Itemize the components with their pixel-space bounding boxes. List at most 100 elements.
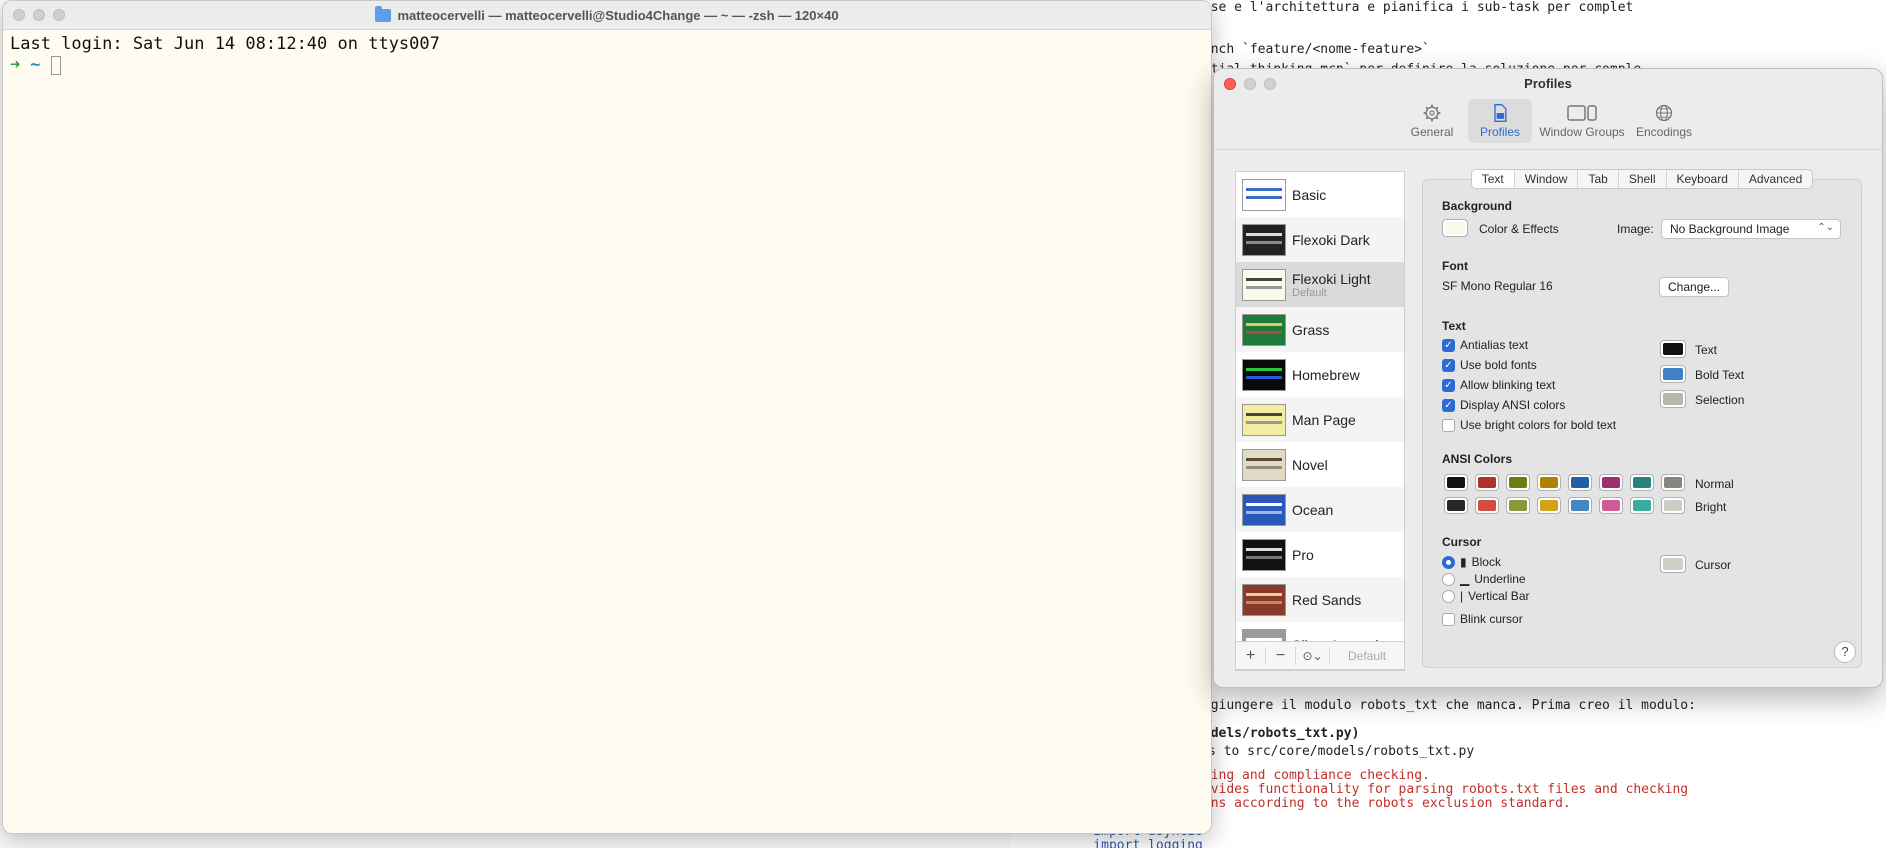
background-color-well[interactable] [1442, 219, 1468, 237]
text-heading: Text [1442, 319, 1466, 333]
bold-text-color-label: Bold Text [1695, 368, 1745, 382]
blink-cursor-checkbox[interactable]: Blink cursor [1442, 612, 1523, 626]
login-line: Last login: Sat Jun 14 08:12:40 on ttys0… [10, 34, 440, 54]
folder-icon [375, 5, 392, 22]
profile-item-red-sands[interactable]: Red Sands [1236, 577, 1404, 622]
ansi-normal-cyan[interactable] [1630, 474, 1654, 491]
ansi-bright-green[interactable] [1506, 497, 1530, 514]
remove-profile-button[interactable]: − [1266, 646, 1296, 665]
toolbar-divider [1214, 149, 1882, 150]
tab-shell[interactable]: Shell [1619, 170, 1667, 188]
minimize-button[interactable] [33, 9, 45, 21]
ansi-bright-magenta[interactable] [1599, 497, 1623, 514]
terminal-window[interactable]: matteocervelli — matteocervelli@Studio4C… [2, 0, 1212, 834]
checkbox-label: Antialias text [1460, 338, 1529, 352]
ansi-bright-white[interactable] [1661, 497, 1685, 514]
text-cursor [50, 56, 61, 75]
terminal-content[interactable]: Last login: Sat Jun 14 08:12:40 on ttys0… [3, 30, 1211, 80]
profile-item-pro[interactable]: Pro [1236, 532, 1404, 577]
set-default-button[interactable]: Default [1348, 649, 1386, 663]
toolbar-profiles[interactable]: Profiles [1468, 99, 1532, 143]
profile-item-man-page[interactable]: Man Page [1236, 397, 1404, 442]
profile-name: Basic [1292, 186, 1327, 203]
settings-title: Profiles [1524, 76, 1572, 91]
zoom-button[interactable] [53, 9, 65, 21]
profile-thumbnail [1242, 223, 1286, 256]
more-actions-button[interactable]: ⊙⌄ [1296, 648, 1330, 663]
gear-icon [1423, 104, 1441, 122]
selection-color-well[interactable] [1660, 390, 1686, 408]
toolbar-window-groups[interactable]: Window Groups [1536, 99, 1628, 143]
close-button[interactable] [13, 9, 25, 21]
bold-text-color-well[interactable] [1660, 365, 1686, 383]
cursor-underline-radio[interactable]: ▁ Underline [1442, 572, 1526, 586]
background-heading: Background [1442, 199, 1513, 213]
help-button[interactable]: ? [1834, 641, 1856, 663]
profile-list[interactable]: Basic Flexoki Dark Flexoki Light Default … [1235, 171, 1405, 671]
cursor-vertical-bar-radio[interactable]: | Vertical Bar [1442, 589, 1529, 603]
selection-color-label: Selection [1695, 393, 1745, 407]
profile-thumbnail [1242, 538, 1286, 571]
profile-thumbnail [1242, 583, 1286, 616]
ansi-colors-heading: ANSI Colors [1442, 452, 1513, 466]
tab-keyboard[interactable]: Keyboard [1667, 170, 1739, 188]
tab-advanced[interactable]: Advanced [1739, 170, 1812, 188]
settings-tabs: Text Window Tab Shell Keyboard Advanced [1422, 169, 1862, 189]
profile-item-basic[interactable]: Basic [1236, 172, 1404, 217]
tab-window[interactable]: Window [1515, 170, 1579, 188]
document-icon [1494, 104, 1507, 122]
ansi-bright-cyan[interactable] [1630, 497, 1654, 514]
profile-item-novel[interactable]: Novel [1236, 442, 1404, 487]
profile-thumbnail [1242, 493, 1286, 526]
toolbar-general[interactable]: General [1400, 99, 1464, 143]
ansi-colors-checkbox[interactable]: ✓ Display ANSI colors [1442, 398, 1565, 412]
tab-text[interactable]: Text [1471, 170, 1515, 188]
ansi-normal-green[interactable] [1506, 474, 1530, 491]
profile-item-flexoki-light[interactable]: Flexoki Light Default [1236, 262, 1404, 307]
radio-label: Vertical Bar [1468, 589, 1530, 603]
ansi-normal-black[interactable] [1444, 474, 1468, 491]
ansi-normal-red[interactable] [1475, 474, 1499, 491]
cursor-block-glyph: ▮ [1460, 555, 1467, 569]
text-color-well[interactable] [1660, 340, 1686, 358]
terminal-title-text: matteocervelli — matteocervelli@Studio4C… [397, 7, 839, 23]
ansi-bright-black[interactable] [1444, 497, 1468, 514]
ansi-bright-yellow[interactable] [1537, 497, 1561, 514]
profile-item-ocean[interactable]: Ocean [1236, 487, 1404, 532]
cursor-block-radio[interactable]: ▮ Block [1442, 555, 1501, 569]
blinking-text-checkbox[interactable]: ✓ Allow blinking text [1442, 378, 1555, 392]
chevron-updown-icon: ⌃⌄ [1817, 222, 1834, 233]
toolbar-encodings-label: Encodings [1635, 125, 1693, 139]
prompt-arrow-icon: ➜ [10, 55, 21, 75]
profile-thumbnail [1242, 178, 1286, 211]
bright-bold-checkbox[interactable]: Use bright colors for bold text [1442, 418, 1616, 432]
ansi-normal-magenta[interactable] [1599, 474, 1623, 491]
ansi-normal-yellow[interactable] [1537, 474, 1561, 491]
ansi-normal-white[interactable] [1661, 474, 1685, 491]
profile-default-label: Default [1292, 286, 1327, 299]
profile-thumbnail [1242, 403, 1286, 436]
bold-fonts-checkbox[interactable]: ✓ Use bold fonts [1442, 358, 1537, 372]
profile-name: Red Sands [1292, 591, 1362, 608]
terminal-titlebar[interactable]: matteocervelli — matteocervelli@Studio4C… [3, 1, 1211, 30]
profile-item-grass[interactable]: Grass [1236, 307, 1404, 352]
toolbar-encodings[interactable]: Encodings [1632, 99, 1696, 143]
checkbox-label: Use bright colors for bold text [1460, 418, 1617, 432]
change-font-button[interactable]: Change... [1659, 277, 1730, 297]
cursor-bar-glyph: | [1460, 589, 1464, 603]
profiles-settings-window[interactable]: Profiles General Profiles Window Groups … [1213, 68, 1883, 688]
profile-item-flexoki-dark[interactable]: Flexoki Dark [1236, 217, 1404, 262]
background-image-select[interactable]: No Background Image ⌃⌄ [1661, 219, 1841, 239]
image-label: Image: [1617, 222, 1654, 236]
profile-item-homebrew[interactable]: Homebrew [1236, 352, 1404, 397]
antialias-checkbox[interactable]: ✓ Antialias text [1442, 338, 1528, 352]
cursor-color-well[interactable] [1660, 555, 1686, 573]
tab-tab[interactable]: Tab [1578, 170, 1619, 188]
window-controls[interactable] [13, 9, 65, 21]
ansi-bright-red[interactable] [1475, 497, 1499, 514]
terminal-title: matteocervelli — matteocervelli@Studio4C… [375, 5, 839, 23]
ansi-normal-blue[interactable] [1568, 474, 1592, 491]
profile-name: Man Page [1292, 411, 1356, 428]
ansi-bright-blue[interactable] [1568, 497, 1592, 514]
add-profile-button[interactable]: + [1236, 646, 1266, 665]
